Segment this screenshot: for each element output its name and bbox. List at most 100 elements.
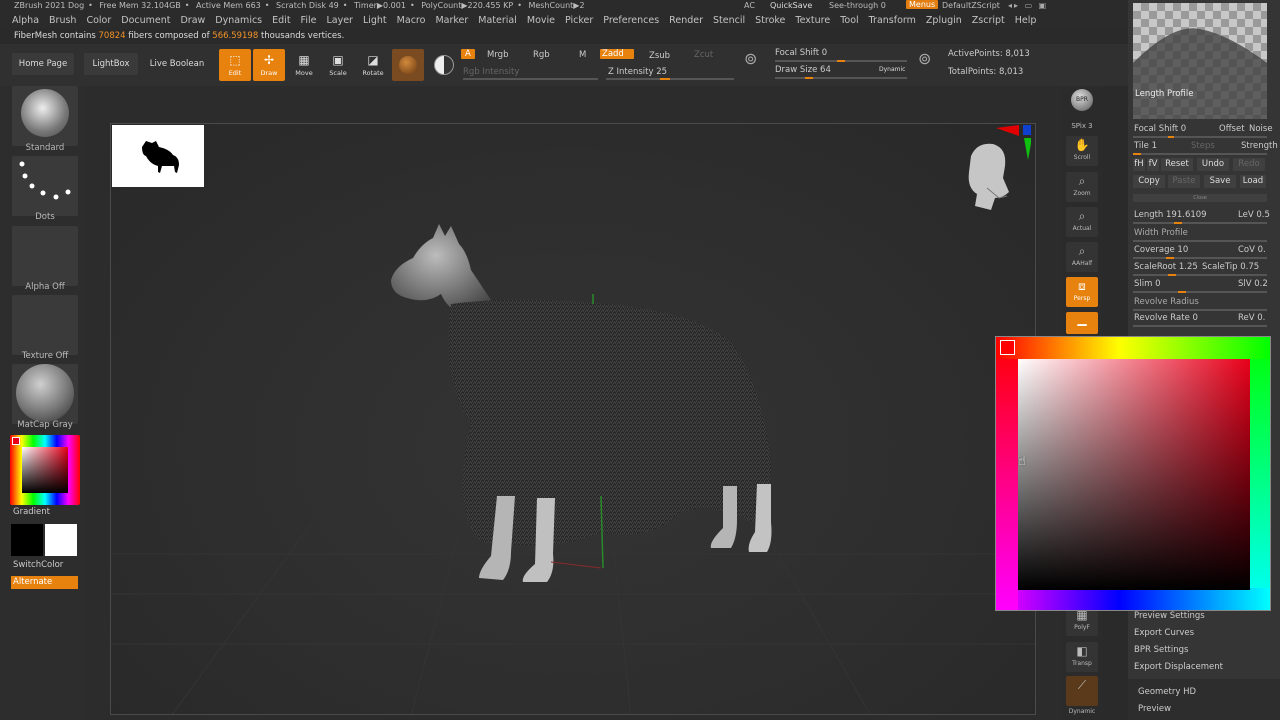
home-page-button[interactable]: Home Page — [12, 53, 74, 75]
texture-button[interactable] — [12, 295, 78, 355]
tile-slider[interactable]: Tile 1 — [1134, 141, 1157, 151]
menu-brush[interactable]: Brush — [49, 13, 76, 28]
a-toggle[interactable]: A — [461, 48, 475, 60]
menu-transform[interactable]: Transform — [869, 13, 916, 28]
slim-slider[interactable]: Slim 0 — [1134, 279, 1161, 289]
revolve-radius-button[interactable]: Revolve Radius — [1134, 297, 1199, 307]
menu-texture[interactable]: Texture — [795, 13, 830, 28]
menus-toggle[interactable]: Menus — [906, 0, 939, 9]
width-profile-button[interactable]: Width Profile — [1134, 228, 1188, 238]
draw-size-slider[interactable]: Draw Size 64 — [775, 64, 831, 76]
paste-button[interactable]: Paste — [1168, 175, 1200, 188]
draw-size-icon[interactable]: ⊚ — [918, 51, 931, 67]
menu-tool[interactable]: Tool — [840, 13, 858, 28]
menu-light[interactable]: Light — [363, 13, 387, 28]
preview-header[interactable]: Preview — [1138, 704, 1171, 714]
export-curves-button[interactable]: Export Curves — [1134, 628, 1194, 638]
offset-slider[interactable]: Offset — [1219, 124, 1245, 134]
draw-mode-button[interactable]: ✢ Draw — [253, 49, 285, 81]
saturation-value-square[interactable] — [1018, 359, 1250, 590]
load-button[interactable]: Load — [1240, 175, 1266, 188]
scroll-button[interactable]: ✋ Scroll — [1066, 136, 1098, 166]
switch-color-button[interactable]: SwitchColor — [13, 560, 63, 570]
menu-zscript[interactable]: Zscript — [972, 13, 1005, 28]
menu-stroke[interactable]: Stroke — [755, 13, 785, 28]
reset-button[interactable]: Reset — [1161, 158, 1193, 171]
menu-render[interactable]: Render — [669, 13, 703, 28]
zoom-button[interactable]: ⌕ Zoom — [1066, 172, 1098, 202]
standard-brush-button[interactable] — [12, 86, 78, 146]
z-intensity-slider[interactable]: Z Intensity 25 — [608, 66, 667, 78]
menu-marker[interactable]: Marker — [435, 13, 468, 28]
menu-dynamics[interactable]: Dynamics — [215, 13, 262, 28]
scale-mode-button[interactable]: ▣ Scale — [322, 49, 354, 81]
strength-slider[interactable]: Strength — [1241, 141, 1278, 151]
menu-preferences[interactable]: Preferences — [603, 13, 659, 28]
actual-button[interactable]: ⌕ Actual — [1066, 207, 1098, 237]
redo-button[interactable]: Redo — [1233, 158, 1265, 171]
alternate-button[interactable]: Alternate — [11, 576, 78, 589]
transp-button[interactable]: ◧ Transp — [1066, 642, 1098, 672]
gradient-label[interactable]: Gradient — [13, 507, 50, 517]
m-toggle[interactable]: M — [579, 49, 586, 61]
floor-button[interactable]: ▁ — [1066, 312, 1098, 334]
material-swatch-button[interactable] — [392, 49, 424, 81]
undo-button[interactable]: Undo — [1197, 158, 1229, 171]
save-button[interactable]: Save — [1204, 175, 1236, 188]
menu-material[interactable]: Material — [478, 13, 517, 28]
copy-button[interactable]: Copy — [1133, 175, 1165, 188]
geometry-hd-header[interactable]: Geometry HD — [1138, 687, 1196, 697]
menu-macro[interactable]: Macro — [397, 13, 426, 28]
default-zscript[interactable]: DefaultZScript — [942, 0, 1000, 12]
main-color-swatch[interactable] — [45, 524, 77, 556]
focal-shift-tray-slider[interactable]: Focal Shift 0 — [1134, 124, 1186, 134]
menu-layer[interactable]: Layer — [326, 13, 353, 28]
rgb-toggle[interactable]: Rgb — [533, 49, 550, 61]
aahalf-button[interactable]: ⌕ AAHalf — [1066, 242, 1098, 272]
coverage-slider[interactable]: Coverage 10 — [1134, 245, 1188, 255]
menu-stencil[interactable]: Stencil — [713, 13, 745, 28]
flip-v-button[interactable]: fV — [1147, 158, 1159, 171]
color-picker-popup[interactable]: ☝ — [995, 336, 1271, 611]
scaleroot-slider[interactable]: ScaleRoot 1.25 — [1134, 262, 1198, 272]
mrgb-toggle[interactable]: Mrgb — [487, 49, 508, 61]
menu-draw[interactable]: Draw — [180, 13, 205, 28]
menu-document[interactable]: Document — [121, 13, 170, 28]
menu-picker[interactable]: Picker — [565, 13, 593, 28]
secondary-color-swatch[interactable] — [11, 524, 43, 556]
menu-movie[interactable]: Movie — [527, 13, 555, 28]
live-boolean-button[interactable]: Live Boolean — [146, 53, 208, 75]
menu-file[interactable]: File — [301, 13, 317, 28]
menu-zplugin[interactable]: Zplugin — [926, 13, 962, 28]
brush-sphere-button[interactable] — [428, 49, 460, 81]
alpha-button[interactable] — [12, 226, 78, 286]
preview-settings-button[interactable]: Preview Settings — [1134, 611, 1205, 621]
length-profile-curve[interactable]: Length Profile — [1133, 3, 1267, 119]
zcut-toggle[interactable]: Zcut — [694, 49, 713, 61]
zsub-toggle[interactable]: Zsub — [649, 50, 670, 62]
menu-help[interactable]: Help — [1015, 13, 1037, 28]
lev-slider[interactable]: LeV 0.5 — [1238, 210, 1270, 220]
slv-slider[interactable]: SlV 0.2 — [1238, 279, 1268, 289]
scaletip-slider[interactable]: ScaleTip 0.75 — [1202, 262, 1259, 272]
zadd-toggle[interactable]: Zadd — [600, 48, 634, 60]
move-mode-button[interactable]: ▦ Move — [288, 49, 320, 81]
dots-stroke-button[interactable] — [12, 156, 78, 216]
menu-color[interactable]: Color — [86, 13, 111, 28]
focal-shift-icon[interactable]: ⊚ — [744, 51, 757, 67]
menu-edit[interactable]: Edit — [272, 13, 290, 28]
noise-slider[interactable]: Noise — [1249, 124, 1273, 134]
bpr-button[interactable]: BPR — [1066, 89, 1098, 119]
dynamic-toggle[interactable]: Dynamic — [879, 64, 905, 76]
material-button[interactable] — [12, 364, 78, 424]
focal-shift-slider[interactable]: Focal Shift 0 — [775, 47, 827, 59]
rgb-intensity-slider[interactable]: Rgb Intensity — [463, 66, 519, 78]
document-canvas[interactable] — [110, 123, 1036, 715]
rotate-mode-button[interactable]: ◪ Rotate — [357, 49, 389, 81]
rev-slider[interactable]: ReV 0. — [1238, 313, 1265, 323]
steps-slider[interactable]: Steps — [1191, 141, 1215, 151]
cov-slider[interactable]: CoV 0. — [1238, 245, 1266, 255]
see-through-slider[interactable]: See-through 0 — [829, 0, 886, 12]
close-curve-button[interactable]: Close — [1133, 194, 1267, 202]
mini-color-picker[interactable] — [10, 435, 80, 505]
